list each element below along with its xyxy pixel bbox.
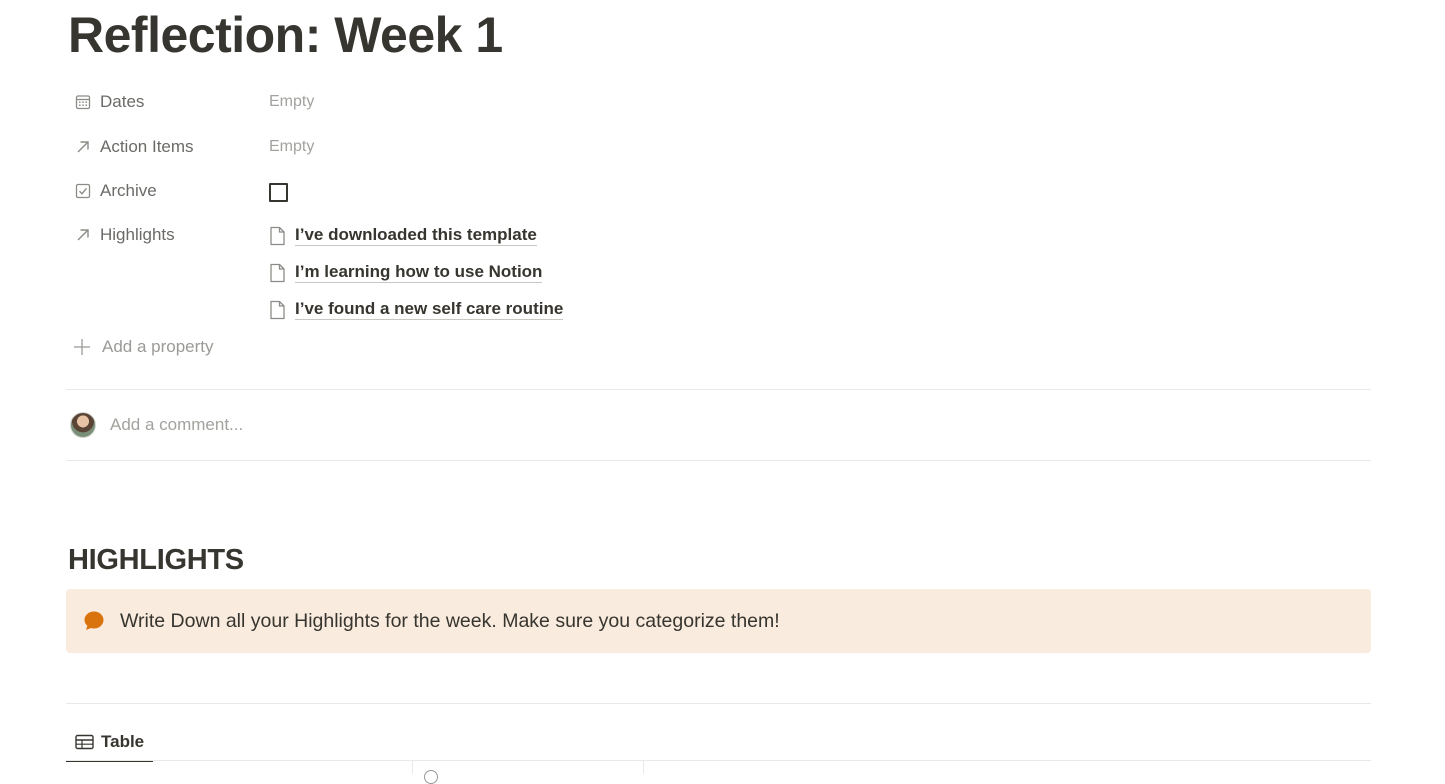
property-label-dates[interactable]: Dates [66, 92, 269, 112]
divider [66, 460, 1371, 461]
speech-bubble-icon [82, 609, 106, 633]
property-label-action-items[interactable]: Action Items [66, 137, 269, 157]
callout-block[interactable]: Write Down all your Highlights for the w… [66, 589, 1371, 653]
page-title[interactable]: Reflection: Week 1 [68, 6, 503, 64]
property-row-action-items: Action Items Empty [66, 130, 1371, 164]
database-view-tabs: Table [66, 703, 1371, 762]
property-label-text: Dates [100, 92, 145, 111]
property-row-dates: Dates Empty [66, 85, 1371, 119]
property-label-text: Archive [100, 181, 157, 200]
add-property-label: Add a property [102, 337, 214, 356]
section-heading[interactable]: HIGHLIGHTS [68, 544, 244, 577]
tab-label: Table [101, 732, 145, 751]
relation-item[interactable]: I’ve found a new self care routine [269, 291, 564, 328]
relation-item[interactable]: I’ve downloaded this template [269, 217, 563, 254]
highlights-relation-list: I’ve downloaded this template I’m learni… [269, 217, 564, 328]
property-value-action-items[interactable]: Empty [269, 138, 314, 156]
relation-item-title[interactable]: I’ve found a new self care routine [295, 299, 564, 320]
property-row-highlights: Highlights [66, 218, 1371, 252]
page-content: Reflection: Week 1 Dates Empty Action It… [66, 0, 1371, 784]
relation-item[interactable]: I’m learning how to use Notion [269, 254, 563, 291]
property-label-text: Action Items [100, 137, 194, 156]
relation-item-title[interactable]: I’m learning how to use Notion [295, 262, 543, 283]
relation-arrow-icon [74, 138, 92, 156]
column-separator [412, 761, 413, 774]
property-value-dates[interactable]: Empty [269, 93, 314, 111]
add-property-button[interactable]: Add a property [72, 337, 214, 357]
property-label-text: Highlights [100, 225, 175, 244]
column-type-icon [424, 770, 438, 784]
plus-icon [72, 337, 92, 357]
tab-table[interactable]: Table [66, 724, 154, 762]
table-header [66, 760, 1371, 784]
table-icon [75, 734, 94, 750]
property-label-archive[interactable]: Archive [66, 181, 269, 201]
relation-item-title[interactable]: I’ve downloaded this template [295, 225, 537, 246]
page-icon [269, 300, 286, 320]
page-icon [269, 263, 286, 283]
avatar [70, 412, 96, 438]
callout-text: Write Down all your Highlights for the w… [120, 609, 780, 632]
divider [66, 389, 1371, 390]
property-row-archive: Archive [66, 174, 1371, 208]
comment-input[interactable] [110, 415, 710, 435]
archive-checkbox[interactable] [269, 182, 288, 202]
page-icon [269, 226, 286, 246]
relation-arrow-icon [74, 226, 92, 244]
property-label-highlights[interactable]: Highlights [66, 225, 269, 245]
column-separator [643, 761, 644, 774]
comment-row [70, 412, 710, 438]
checkbox-icon [74, 182, 92, 200]
calendar-icon [74, 93, 92, 111]
